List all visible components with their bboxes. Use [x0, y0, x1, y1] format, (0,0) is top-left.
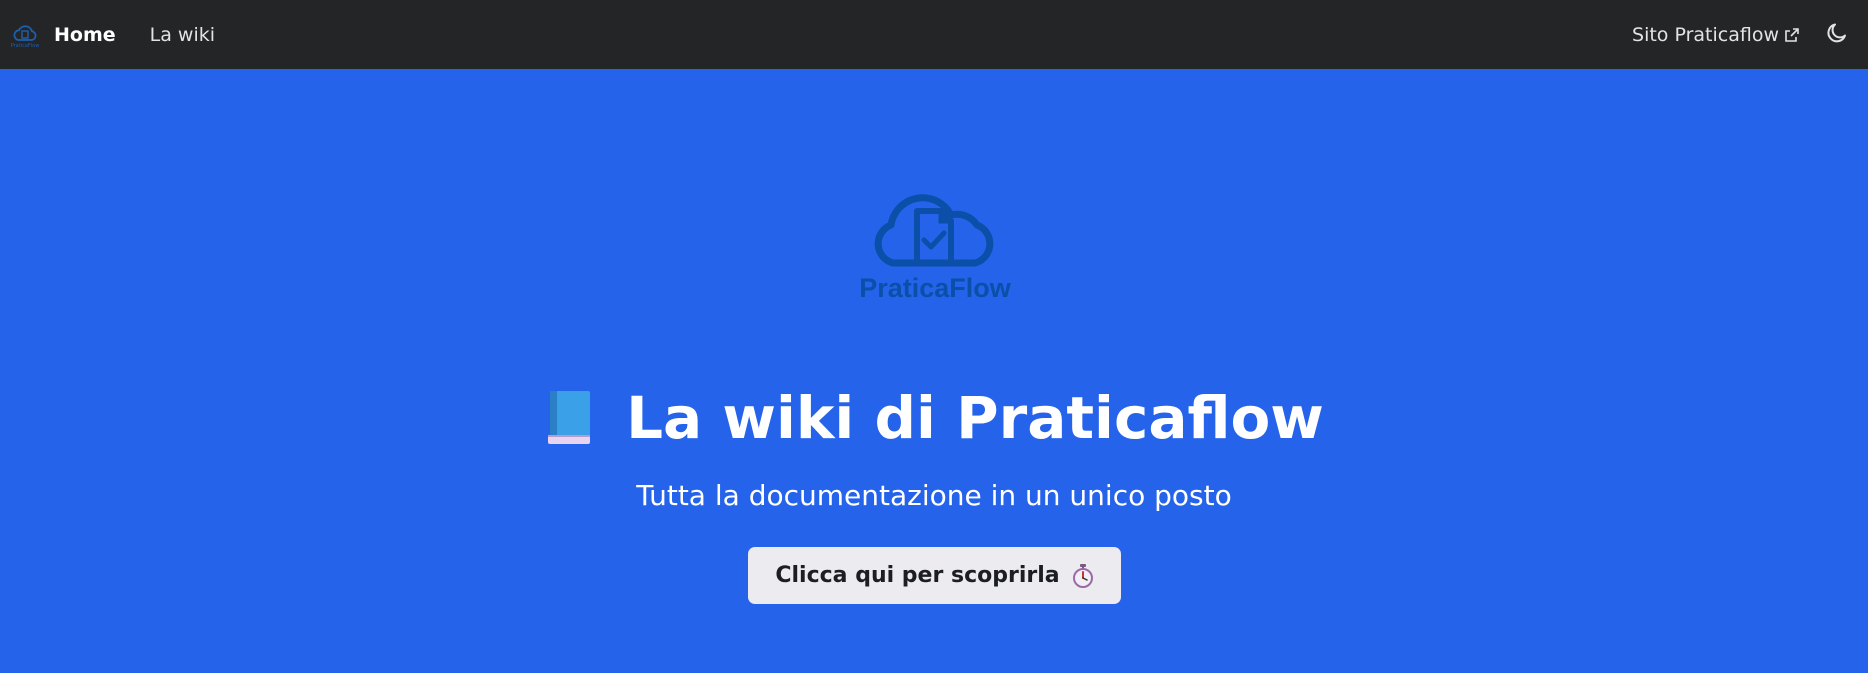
hero-title-text: La wiki di Praticaflow [626, 384, 1324, 452]
hero-section: PraticaFlow La wiki di Praticaflow Tutta… [0, 69, 1868, 673]
praticaflow-hero-logo: PraticaFlow [853, 181, 1017, 303]
cta-label: Clicca qui per scoprirla [775, 563, 1060, 588]
nav-external-site-link[interactable]: Sito Praticaflow [1632, 24, 1800, 46]
stopwatch-icon [1072, 563, 1094, 588]
top-navbar: PraticaFlow Home La wiki Sito Praticaflo… [0, 0, 1868, 69]
praticaflow-logo-icon[interactable]: PraticaFlow [10, 21, 40, 51]
hero-subtitle: Tutta la documentazione in un unico post… [636, 479, 1232, 512]
page-title: La wiki di Praticaflow [0, 381, 1868, 455]
external-link-icon [1784, 27, 1800, 43]
discover-wiki-button[interactable]: Clicca qui per scoprirla [748, 547, 1121, 604]
dark-mode-toggle[interactable] [1822, 20, 1852, 50]
hero-logo-text: PraticaFlow [859, 273, 1012, 301]
nav-external-label: Sito Praticaflow [1632, 23, 1779, 46]
book-icon [544, 389, 594, 447]
moon-icon [1825, 21, 1849, 49]
nav-home-link[interactable]: Home [54, 24, 133, 46]
nav-wiki-link[interactable]: La wiki [133, 24, 232, 46]
svg-text:PraticaFlow: PraticaFlow [11, 43, 39, 49]
